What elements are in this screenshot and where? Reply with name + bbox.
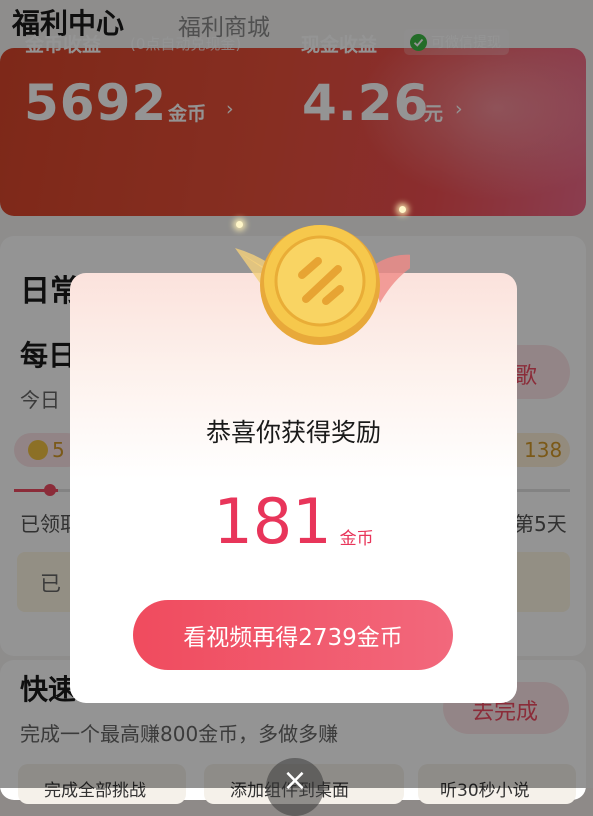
sparkle bbox=[399, 206, 406, 213]
gold-coin-icon bbox=[235, 225, 410, 345]
watch-video-button[interactable]: 看视频再得2739金币 bbox=[133, 600, 453, 670]
reward-title: 恭喜你获得奖励 bbox=[205, 418, 381, 447]
reward-dialog: 恭喜你获得奖励 181 金币 看视频再得2739金币 bbox=[70, 225, 517, 703]
reward-value: 181 bbox=[213, 485, 332, 558]
close-dialog-button[interactable]: × bbox=[266, 758, 324, 816]
close-icon: × bbox=[282, 763, 308, 798]
reward-amount: 181 金币 bbox=[70, 487, 517, 557]
reward-unit: 金币 bbox=[339, 529, 374, 549]
watch-video-label: 看视频再得2739金币 bbox=[183, 625, 403, 651]
